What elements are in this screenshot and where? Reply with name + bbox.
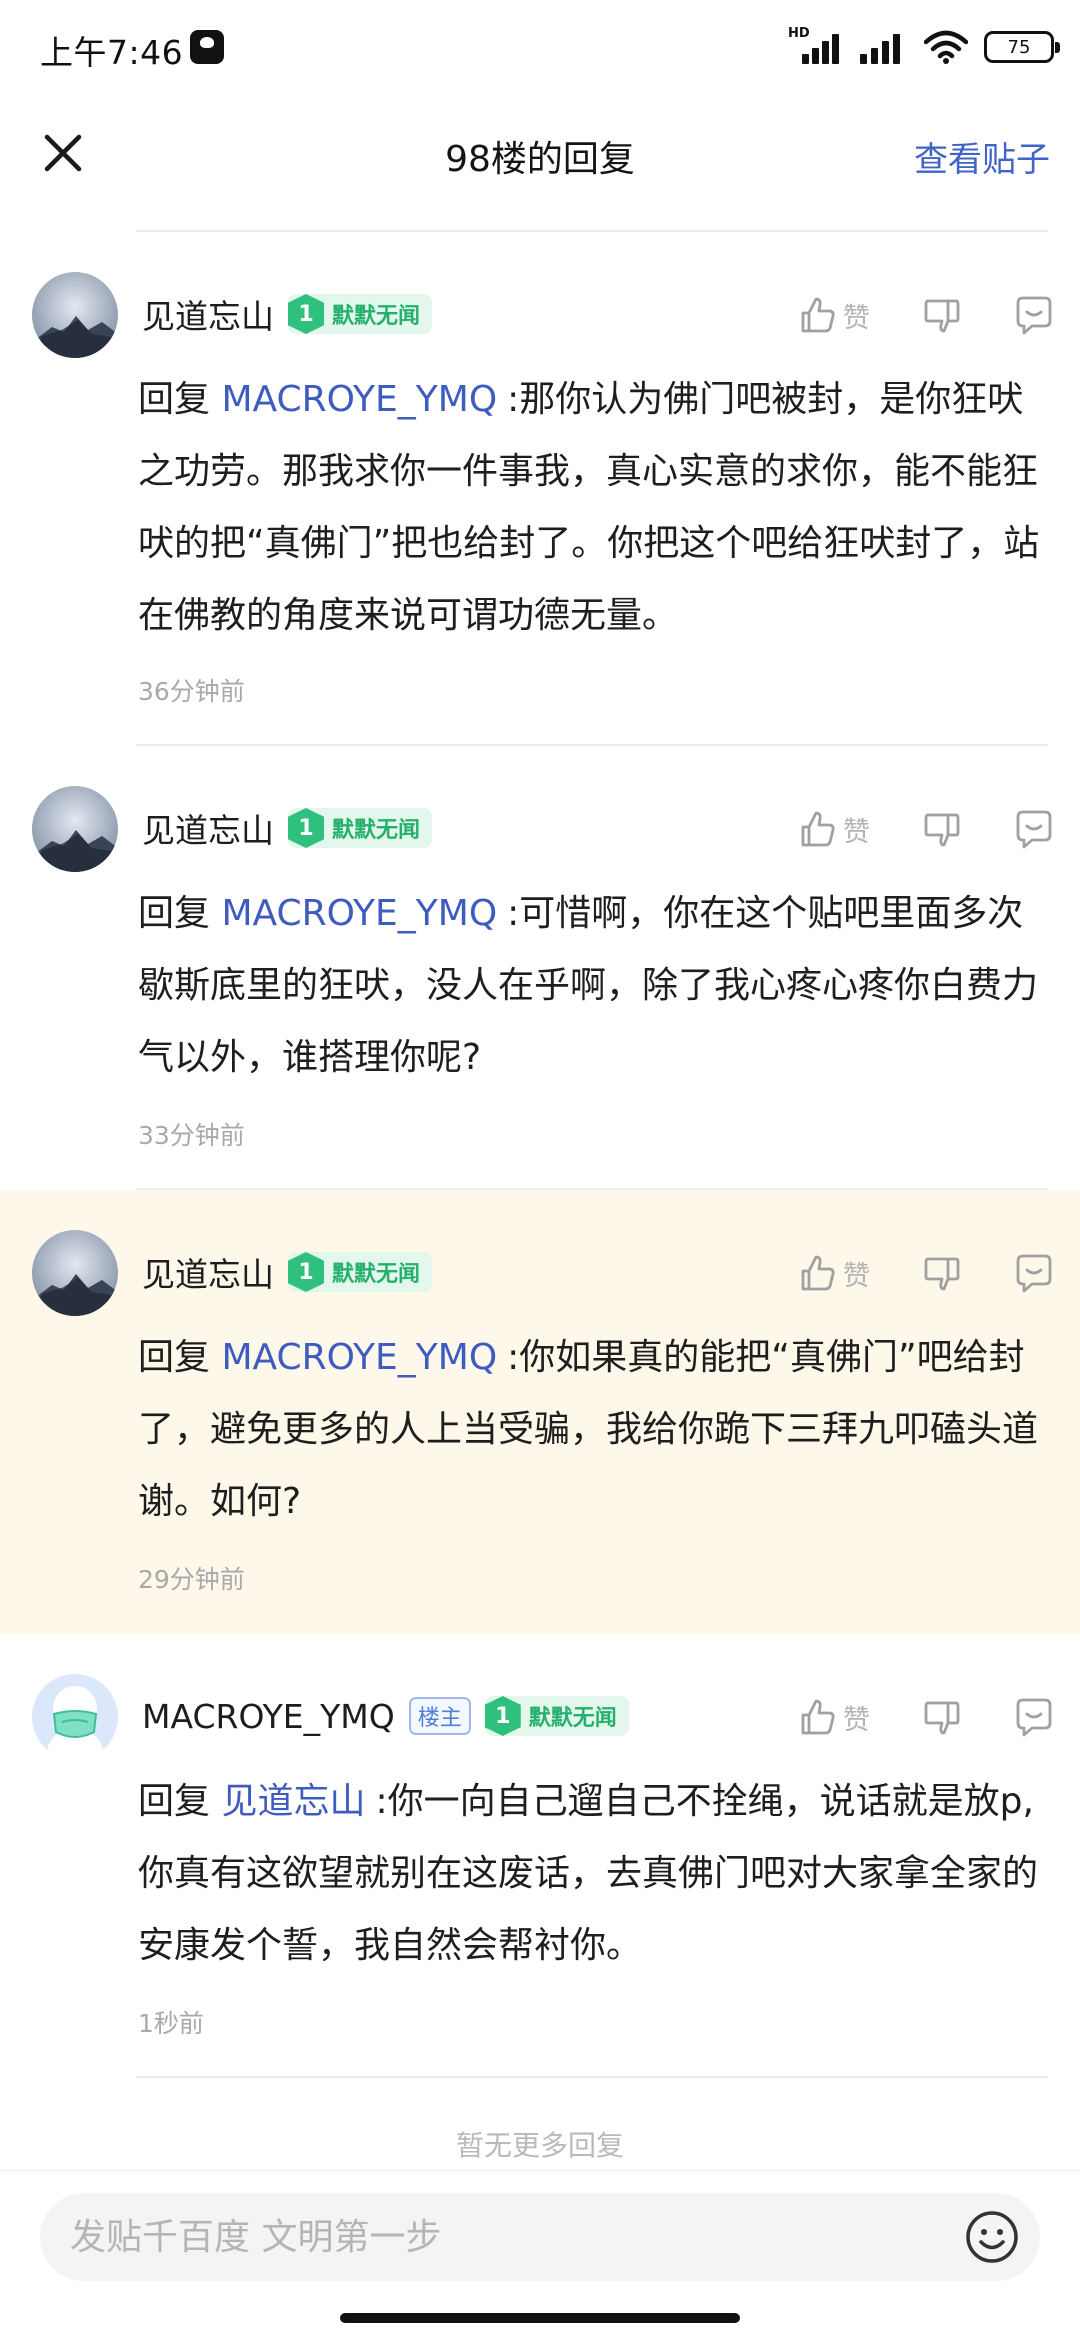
reply-actions: 赞 — [795, 290, 1056, 340]
reply-actions: 赞 — [795, 804, 1056, 854]
avatar[interactable] — [32, 272, 118, 358]
avatar[interactable] — [32, 786, 118, 872]
no-more-replies: 暂无更多回复 — [455, 2129, 624, 2162]
like-label: 赞 — [843, 302, 870, 334]
user-line: 见道忘山 1 默默无闻 — [142, 804, 433, 852]
reply-prefix: 回复 — [138, 893, 211, 934]
avatar[interactable] — [32, 1674, 118, 1760]
bottom-bar — [0, 2170, 1080, 2340]
username[interactable]: MACROYE_YMQ — [142, 1697, 395, 1736]
comment-button[interactable] — [1012, 1695, 1056, 1739]
view-post-link[interactable]: 查看贴子 — [914, 132, 1050, 181]
header: 98楼的回复 查看贴子 — [0, 100, 1080, 230]
comment-icon — [1016, 1254, 1052, 1293]
username[interactable]: 见道忘山 — [142, 804, 274, 852]
reply-prefix: 回复 — [138, 1781, 211, 1822]
user-line: MACROYE_YMQ 楼主 1 默默无闻 — [142, 1694, 629, 1738]
comment-button[interactable] — [1012, 1251, 1056, 1295]
mention-link[interactable]: MACROYE_YMQ — [221, 893, 497, 934]
thumbs-up-icon — [801, 1699, 835, 1735]
comment-button[interactable] — [1012, 807, 1056, 851]
dislike-button[interactable] — [920, 1695, 964, 1739]
status-icons: HD 75 — [788, 22, 1060, 72]
level-title: 默默无闻 — [332, 1262, 421, 1287]
reply-time: 36分钟前 — [138, 677, 245, 706]
reply-item: 见道忘山 1 默默无闻 赞 回复 MACROYE_YMQ:可惜啊，你在这个贴吧里… — [0, 746, 1080, 1190]
mention-link[interactable]: MACROYE_YMQ — [221, 1337, 497, 1378]
reply-input[interactable] — [70, 2193, 950, 2281]
reply-actions: 赞 — [795, 1248, 1056, 1298]
thumbs-down-icon — [924, 813, 960, 847]
reply-content: 回复 见道忘山:你一向自己遛自己不拴绳，说话就是放p,你真有这欲望就别在这废话，… — [138, 1766, 1050, 1982]
level-badge: 1 默默无闻 — [288, 1252, 433, 1292]
notification-app-icon — [190, 30, 224, 64]
reply-content: 回复 MACROYE_YMQ:那你认为佛门吧被封，是你狂吠之功劳。那我求你一件事… — [138, 364, 1050, 652]
level-number: 1 — [288, 808, 324, 848]
thumbs-down-icon — [924, 1701, 960, 1735]
battery-icon: 75 — [984, 31, 1060, 63]
reply-actions: 赞 — [795, 1692, 1056, 1742]
reply-item: MACROYE_YMQ 楼主 1 默默无闻 赞 回复 见道忘山:你一向自己遛自己… — [0, 1634, 1080, 2078]
like-label: 赞 — [843, 1704, 870, 1736]
like-button[interactable]: 赞 — [795, 1695, 870, 1739]
mention-link[interactable]: 见道忘山 — [221, 1781, 365, 1822]
like-button[interactable]: 赞 — [795, 293, 870, 337]
reply-time: 29分钟前 — [138, 1565, 245, 1594]
comment-icon — [1016, 1698, 1052, 1737]
like-label: 赞 — [843, 1260, 870, 1292]
comment-button[interactable] — [1012, 293, 1056, 337]
like-label: 赞 — [843, 816, 870, 848]
status-bar: 上午7:46 HD 75 — [0, 0, 1080, 96]
reply-divider — [136, 2076, 1048, 2078]
dislike-button[interactable] — [920, 1251, 964, 1295]
level-title: 默默无闻 — [332, 304, 421, 329]
owner-badge: 楼主 — [408, 1697, 471, 1735]
status-time: 上午7:46 — [40, 33, 184, 72]
level-number: 1 — [288, 1252, 324, 1292]
thumbs-up-icon — [801, 811, 835, 847]
level-number: 1 — [288, 294, 324, 334]
dislike-button[interactable] — [920, 293, 964, 337]
reply-list: 见道忘山 1 默默无闻 赞 回复 MACROYE_YMQ:那你认为佛门吧被封，是… — [0, 232, 1080, 2078]
level-title: 默默无闻 — [332, 818, 421, 843]
emoji-icon[interactable] — [964, 2209, 1020, 2265]
battery-level: 75 — [1007, 36, 1031, 58]
reply-item: 见道忘山 1 默默无闻 赞 回复 MACROYE_YMQ:那你认为佛门吧被封，是… — [0, 232, 1080, 746]
level-title: 默默无闻 — [528, 1706, 617, 1731]
reply-prefix: 回复 — [138, 1337, 211, 1378]
thumbs-down-icon — [924, 1257, 960, 1291]
hd-label: HD — [788, 26, 810, 41]
reply-input-box[interactable] — [40, 2193, 1040, 2281]
thumbs-up-icon — [801, 1255, 835, 1291]
cellular-signal-icon: HD — [788, 26, 840, 64]
like-button[interactable]: 赞 — [795, 1251, 870, 1295]
username[interactable]: 见道忘山 — [142, 1248, 274, 1296]
mention-link[interactable]: MACROYE_YMQ — [221, 379, 497, 420]
level-number: 1 — [484, 1696, 521, 1736]
like-button[interactable]: 赞 — [795, 807, 870, 851]
home-indicator[interactable] — [340, 2313, 740, 2323]
thumbs-up-icon — [801, 297, 835, 333]
thumbs-down-icon — [924, 299, 960, 333]
avatar[interactable] — [32, 1230, 118, 1316]
level-badge: 1 默默无闻 — [288, 808, 433, 848]
reply-content: 回复 MACROYE_YMQ:可惜啊，你在这个贴吧里面多次歇斯底里的狂吠，没人在… — [138, 878, 1050, 1094]
wifi-icon — [924, 30, 968, 64]
user-line: 见道忘山 1 默默无闻 — [142, 290, 433, 338]
reply-time: 1秒前 — [138, 2009, 204, 2038]
reply-item-highlighted: 见道忘山 1 默默无闻 赞 回复 MACROYE_YMQ:你如果真的能把“真佛门… — [0, 1190, 1080, 1634]
dislike-button[interactable] — [920, 807, 964, 851]
comment-icon — [1016, 296, 1052, 335]
level-badge: 1 默默无闻 — [288, 294, 433, 334]
comment-icon — [1016, 810, 1052, 849]
cellular-signal-2-icon — [856, 30, 908, 64]
user-line: 见道忘山 1 默默无闻 — [142, 1248, 433, 1296]
reply-time: 33分钟前 — [138, 1121, 245, 1150]
reply-content: 回复 MACROYE_YMQ:你如果真的能把“真佛门”吧给封了，避免更多的人上当… — [138, 1322, 1050, 1538]
level-badge: 1 默默无闻 — [484, 1696, 629, 1736]
username[interactable]: 见道忘山 — [142, 290, 274, 338]
reply-prefix: 回复 — [138, 379, 211, 420]
